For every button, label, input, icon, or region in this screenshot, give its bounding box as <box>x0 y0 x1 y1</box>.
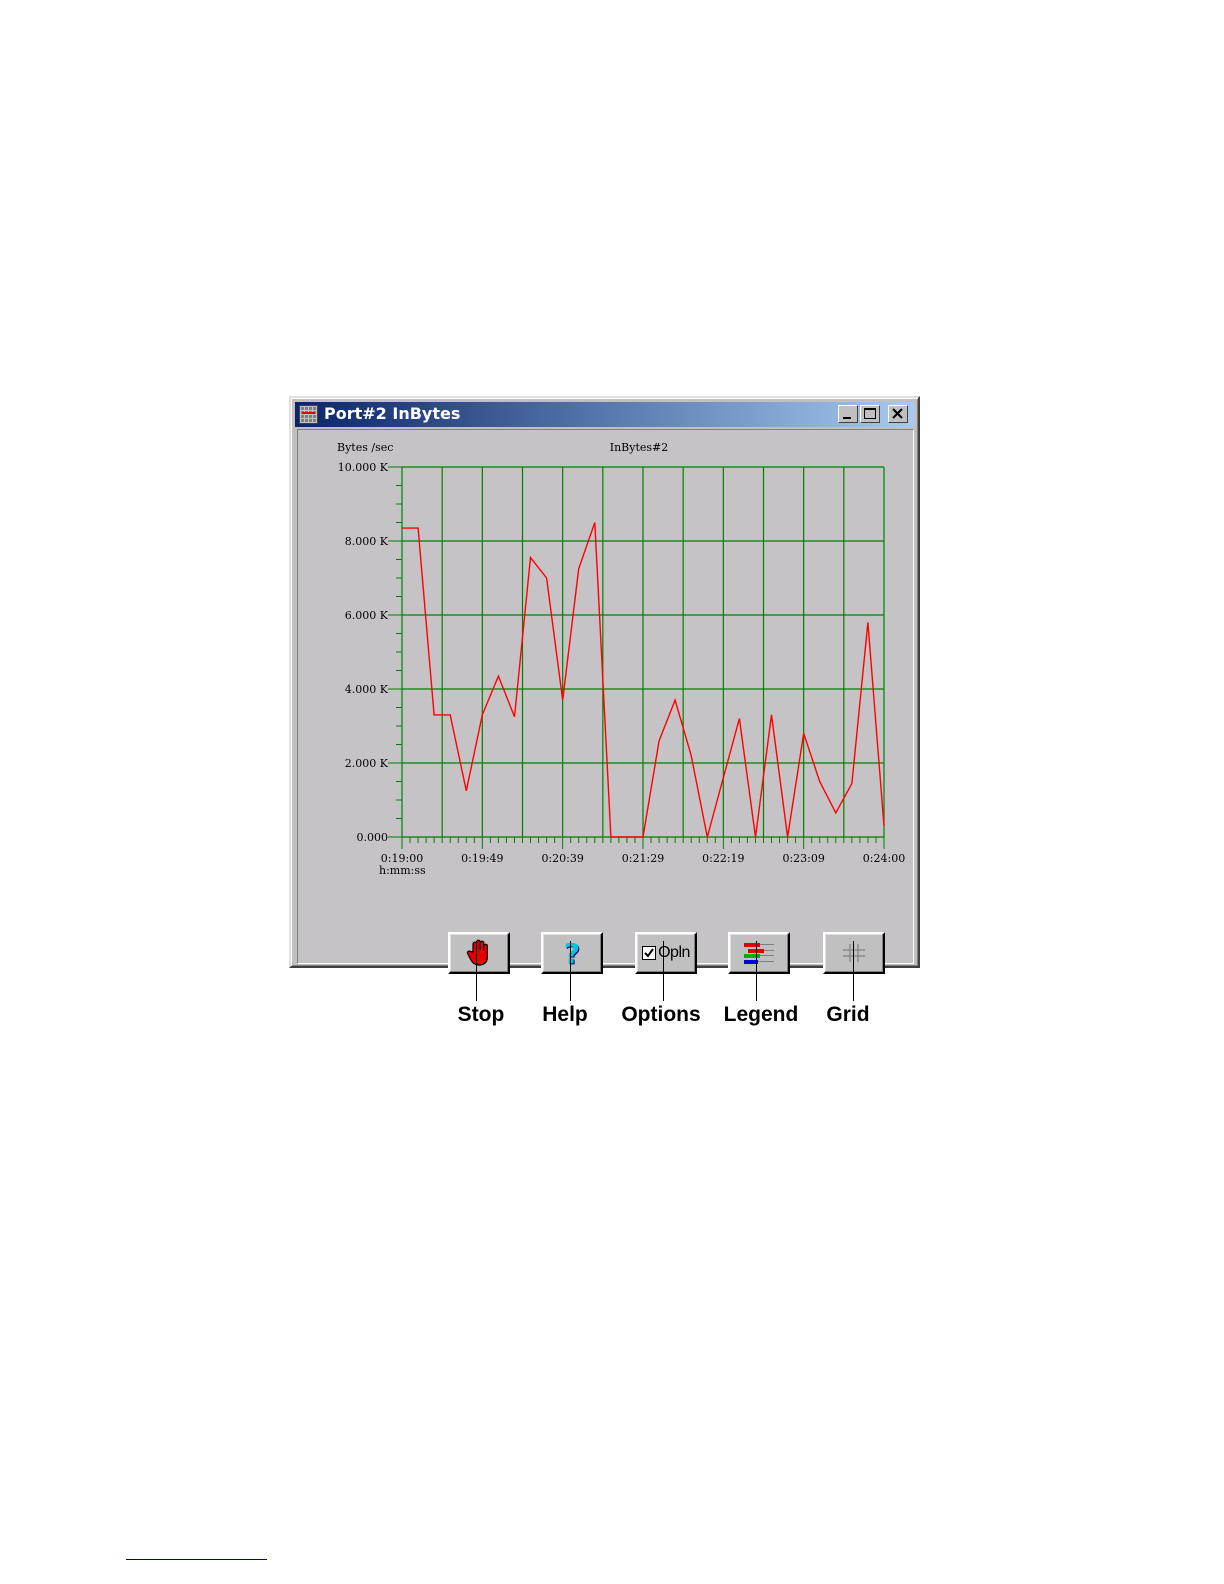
question-mark-icon: ? <box>563 936 581 970</box>
stop-button[interactable] <box>448 932 510 974</box>
hand-stop-icon <box>466 939 488 966</box>
y-tick-label: 10.000 K <box>338 461 389 474</box>
grid-callout-label: Grid <box>826 1003 870 1026</box>
x-tick-label: 0:19:49 <box>461 852 503 865</box>
x-tick-label: 0:24:00 <box>863 852 905 865</box>
x-axis: 0:19:00 0:19:49 0:20:39 0:21:29 0:22:19 0:23:… <box>381 837 905 865</box>
y-axis: 0.000 2.000 K 4.000 K 6.000 K 8.000 K 10.000 … <box>338 461 402 844</box>
y-tick-label: 8.000 K <box>345 535 389 548</box>
maximize-icon <box>864 408 876 419</box>
chart-title: InBytes#2 <box>610 441 669 454</box>
app-chart-icon[interactable] <box>299 405 318 424</box>
line-chart: Bytes /sec InBytes#2 h:mm:ss 0.000 2.000 … <box>337 441 905 877</box>
x-tick-label: 0:20:39 <box>541 852 583 865</box>
help-callout-line <box>570 941 571 1001</box>
legend-button[interactable] <box>728 932 790 974</box>
grid-callout-line <box>853 941 854 1001</box>
minimize-icon <box>843 417 851 419</box>
y-axis-label: Bytes /sec <box>337 441 393 454</box>
options-callout-label: Options <box>621 1003 701 1026</box>
options-callout-line <box>663 941 664 1001</box>
y-tick-label: 6.000 K <box>345 609 389 622</box>
x-tick-label: 0:23:09 <box>782 852 824 865</box>
minimize-button[interactable] <box>838 405 858 423</box>
y-tick-label: 4.000 K <box>345 683 389 696</box>
footnote-rule <box>126 1559 267 1560</box>
close-button[interactable] <box>888 405 908 423</box>
help-callout-label: Help <box>542 1003 588 1026</box>
legend-callout-label: Legend <box>723 1003 799 1026</box>
chart-client-area: Bytes /sec InBytes#2 h:mm:ss 0.000 2.000 … <box>297 429 914 974</box>
window-title: Port#2 InBytes <box>324 404 461 423</box>
stop-callout-line <box>476 941 477 1001</box>
x-tick-label: 0:22:19 <box>702 852 744 865</box>
x-tick-label: 0:19:00 <box>381 852 423 865</box>
help-button[interactable]: ? <box>541 932 603 974</box>
grid-button[interactable] <box>823 932 885 974</box>
checkbox-icon <box>642 946 657 960</box>
legend-lines-icon <box>744 943 774 964</box>
y-tick-label: 0.000 <box>357 831 389 844</box>
maximize-button[interactable] <box>860 405 880 423</box>
y-tick-label: 2.000 K <box>345 757 389 770</box>
x-tick-label: 0:21:29 <box>622 852 664 865</box>
options-button[interactable]: Opln <box>635 932 697 974</box>
close-icon <box>892 408 903 419</box>
title-bar[interactable]: Port#2 InBytes <box>295 402 914 427</box>
chart-grid <box>401 466 885 838</box>
grid-icon <box>843 944 865 962</box>
legend-callout-line <box>756 941 757 1001</box>
x-axis-label: h:mm:ss <box>379 864 426 877</box>
chart-window: Port#2 InBytes Bytes /sec InBytes#2 h:mm… <box>289 396 920 974</box>
